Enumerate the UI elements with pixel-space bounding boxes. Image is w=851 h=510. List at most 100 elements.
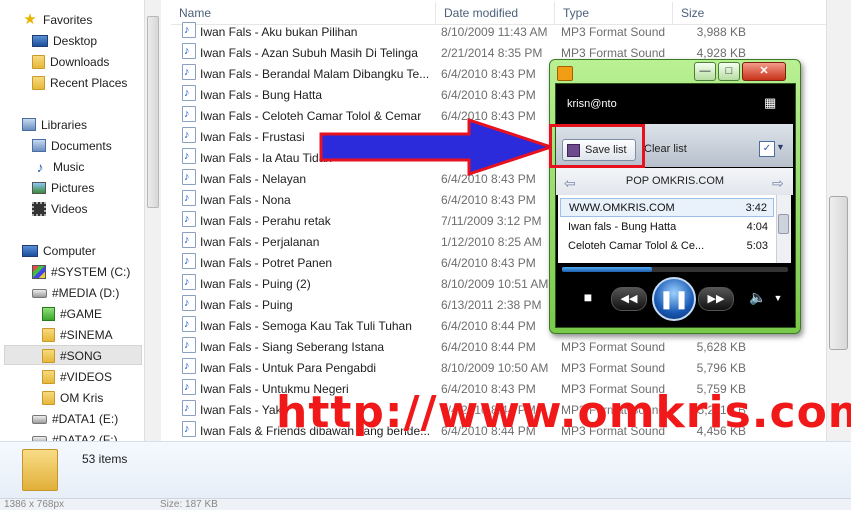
nav-folder-song[interactable]: #SONG bbox=[4, 345, 142, 365]
playlist-scrollbar-thumb[interactable] bbox=[778, 214, 789, 234]
nav-drive-f[interactable]: #DATA2 (F:) bbox=[32, 430, 118, 441]
item-count: 53 items bbox=[82, 452, 128, 466]
nav-folder-omkris[interactable]: OM Kris bbox=[42, 388, 103, 408]
nav-folder-sinema[interactable]: #SINEMA bbox=[42, 325, 113, 345]
pictures-icon bbox=[32, 181, 46, 194]
file-name: Iwan Fals - Perahu retak bbox=[200, 214, 331, 228]
nav-drive-c[interactable]: #SYSTEM (C:) bbox=[32, 262, 130, 282]
music-file-icon bbox=[182, 43, 196, 59]
nav-scrollbar-thumb[interactable] bbox=[147, 16, 159, 208]
file-date: 2/21/2014 8:35 PM bbox=[441, 46, 543, 60]
music-file-icon bbox=[182, 85, 196, 101]
image-dimensions: 1386 x 768px bbox=[4, 499, 65, 510]
computer-icon bbox=[22, 244, 38, 257]
file-date: 7/11/2009 3:12 PM bbox=[441, 214, 542, 228]
nav-recent-places[interactable]: Recent Places bbox=[32, 73, 127, 93]
maximize-button[interactable]: □ bbox=[718, 62, 740, 81]
file-name: Iwan Fals - Puing bbox=[200, 298, 293, 312]
star-icon: ★ bbox=[23, 10, 37, 28]
playlist-item[interactable]: WWW.OMKRIS.COM 3:42 bbox=[560, 198, 774, 217]
highlight-box bbox=[549, 124, 645, 168]
list-options-icon[interactable]: ✓ bbox=[759, 141, 775, 157]
folder-icon bbox=[42, 369, 55, 384]
file-date: 6/13/2011 2:38 PM bbox=[441, 298, 542, 312]
music-file-icon bbox=[182, 232, 196, 248]
column-date-modified[interactable]: Date modified bbox=[436, 2, 555, 24]
nav-folder-videos[interactable]: #VIDEOS bbox=[42, 367, 112, 387]
nav-documents[interactable]: Documents bbox=[32, 136, 112, 156]
file-name: Iwan Fals - Azan Subuh Masih Di Telinga bbox=[200, 46, 418, 60]
file-date: 6/4/2010 8:43 PM bbox=[441, 256, 536, 270]
file-type: MP3 Format Sound bbox=[561, 361, 666, 375]
green-folder-icon bbox=[42, 306, 55, 321]
music-file-icon bbox=[182, 274, 196, 290]
music-file-icon bbox=[182, 127, 196, 143]
file-name: Iwan Fals - Perjalanan bbox=[200, 235, 320, 249]
music-file-icon bbox=[182, 64, 196, 80]
column-size[interactable]: Size bbox=[673, 2, 827, 24]
nav-folder-game[interactable]: #GAME bbox=[42, 304, 102, 324]
file-date: 6/4/2010 8:43 PM bbox=[441, 88, 536, 102]
file-name: Iwan Fals - Semoga Kau Tak Tuli Tuhan bbox=[200, 319, 412, 333]
music-file-icon bbox=[182, 316, 196, 332]
folder-icon bbox=[42, 348, 55, 363]
table-row[interactable]: Iwan Fals - Aku bukan Pilihan 8/10/2009 1… bbox=[180, 22, 820, 43]
next-button[interactable]: ▶▶ bbox=[698, 287, 734, 311]
music-file-icon bbox=[182, 337, 196, 353]
arrow-left-icon[interactable]: ⇦ bbox=[564, 175, 576, 192]
file-date: 1/12/2010 8:25 AM bbox=[441, 235, 542, 249]
file-list-scrollbar-thumb[interactable] bbox=[829, 196, 848, 350]
arrow-right-icon[interactable]: ⇨ bbox=[772, 175, 784, 192]
table-row[interactable]: Iwan Fals - Untuk Para Pengabdi 8/10/2009… bbox=[180, 358, 820, 379]
table-row[interactable]: Iwan Fals - Siang Seberang Istana 6/4/201… bbox=[180, 337, 820, 358]
file-size: 5,628 KB bbox=[696, 340, 746, 354]
nav-downloads[interactable]: Downloads bbox=[32, 52, 109, 72]
nav-desktop[interactable]: Desktop bbox=[32, 31, 97, 51]
nav-favorites[interactable]: ★ Favorites bbox=[22, 10, 92, 30]
nav-computer[interactable]: Computer bbox=[22, 241, 96, 261]
music-file-icon bbox=[182, 358, 196, 374]
file-name: Iwan Fals - Nona bbox=[200, 193, 291, 207]
file-date: 6/4/2010 8:44 PM bbox=[441, 319, 536, 333]
column-name[interactable]: Name bbox=[171, 2, 436, 24]
music-file-icon bbox=[182, 253, 196, 269]
nav-drive-d[interactable]: #MEDIA (D:) bbox=[32, 283, 119, 303]
file-date: 8/10/2009 10:51 AM bbox=[441, 277, 549, 291]
downloads-folder-icon bbox=[32, 54, 45, 69]
nav-libraries[interactable]: Libraries bbox=[22, 115, 87, 135]
music-file-icon bbox=[182, 379, 196, 395]
navigation-pane: ★ Favorites Desktop Downloads Recent Plac… bbox=[0, 0, 161, 441]
playlist-item[interactable]: Celoteh Camar Tolol & Ce... 5:03 bbox=[560, 237, 774, 256]
libraries-icon bbox=[22, 118, 36, 132]
chevron-down-icon[interactable]: ▼ bbox=[772, 288, 784, 308]
music-file-icon bbox=[182, 211, 196, 227]
bottom-info-strip: 1386 x 768px Size: 187 KB bbox=[0, 498, 851, 510]
pause-button[interactable]: ❚❚ bbox=[652, 277, 696, 321]
file-size: 3,988 KB bbox=[696, 25, 746, 39]
recent-places-icon bbox=[32, 75, 45, 90]
switch-view-icon[interactable]: ▦ bbox=[764, 96, 781, 110]
previous-button[interactable]: ◀◀ bbox=[611, 287, 647, 311]
nav-music[interactable]: ♪ Music bbox=[32, 157, 85, 177]
media-player-logo-icon bbox=[557, 66, 573, 81]
volume-icon[interactable]: 🔈 bbox=[748, 287, 768, 307]
close-button[interactable]: ✕ bbox=[742, 62, 786, 81]
column-type[interactable]: Type bbox=[555, 2, 673, 24]
clear-list-button[interactable]: Clear list bbox=[644, 143, 687, 155]
nav-pictures[interactable]: Pictures bbox=[32, 178, 94, 198]
nav-drive-e[interactable]: #DATA1 (E:) bbox=[32, 409, 118, 429]
watermark-text: http://www.omkris.com bbox=[276, 387, 851, 438]
music-file-icon bbox=[182, 148, 196, 164]
file-name: Iwan Fals - Untuk Para Pengabdi bbox=[200, 361, 377, 375]
chevron-down-icon[interactable]: ▼ bbox=[776, 142, 785, 152]
playlist-item[interactable]: Iwan fals - Bung Hatta 4:04 bbox=[560, 218, 774, 237]
file-name: Iwan Fals - Bung Hatta bbox=[200, 88, 323, 102]
stop-button[interactable]: ■ bbox=[580, 287, 596, 307]
nav-videos[interactable]: Videos bbox=[32, 199, 87, 219]
windows-drive-icon bbox=[32, 264, 46, 279]
file-name: Iwan Fals - Siang Seberang Istana bbox=[200, 340, 385, 354]
file-date: 8/10/2009 10:50 AM bbox=[441, 361, 549, 375]
documents-icon bbox=[32, 139, 46, 153]
minimize-button[interactable]: — bbox=[694, 62, 716, 81]
file-name: Iwan Fals - Berandal Malam Dibangku Te..… bbox=[200, 67, 430, 81]
